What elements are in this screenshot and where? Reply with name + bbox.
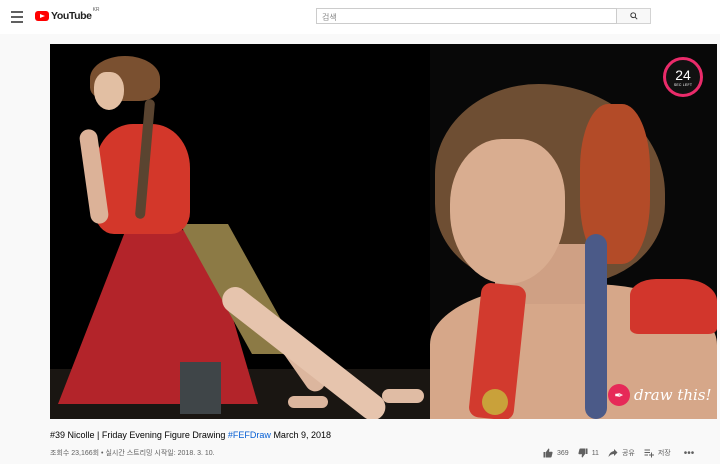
playlist-add-icon [644,449,654,458]
hashtag-link[interactable]: #FEFDraw [228,430,271,440]
youtube-logo[interactable]: YouTube KR [35,7,100,22]
masthead: YouTube KR 검색 [0,0,720,34]
save-label: 저장 [657,450,671,457]
hamburger-menu-icon[interactable] [9,9,25,25]
more-actions-button[interactable]: ••• [684,448,695,459]
dislike-button[interactable]: 11 [578,448,599,458]
logo-text: YouTube [51,10,92,22]
closeup-strap-right [630,279,717,334]
save-button[interactable]: 저장 [644,448,671,458]
closeup-braid [585,234,607,419]
closeup-flower [482,389,508,415]
share-icon [608,449,618,457]
like-count: 369 [557,449,569,457]
like-button[interactable]: 369 [543,448,569,458]
closeup-face [450,139,565,284]
model-foot-front [382,389,424,403]
thumbs-up-icon [543,448,553,458]
draw-this-watermark: ✒ draw this! [608,384,712,406]
share-button[interactable]: 공유 [608,448,635,458]
youtube-play-icon [35,11,49,21]
video-actions: 369 11 공유 저장 ••• [543,446,694,460]
timer-label: SEC LEFT [673,82,693,87]
pen-nib-icon: ✒ [608,384,630,406]
thumbs-down-icon [578,448,588,458]
dislike-count: 11 [591,449,599,457]
video-title: #39 Nicolle | Friday Evening Figure Draw… [50,430,331,440]
search-input[interactable]: 검색 [316,8,617,24]
share-label: 공유 [621,450,635,457]
countdown-timer: 24 SEC LEFT [663,57,703,97]
search-icon [629,12,638,20]
video-player[interactable]: 24 SEC LEFT ✒ draw this! [50,44,717,419]
model-foot-back [288,396,328,408]
logo-country-code: KR [92,7,100,13]
video-meta: 조회수 23,166회 • 실시간 스트리밍 시작일: 2018. 3. 10. [50,450,215,457]
video-title-date: March 9, 2018 [270,430,331,440]
posing-block [180,362,221,414]
watermark-text: draw this! [634,386,712,404]
search-button[interactable] [617,8,651,24]
timer-value: 24 [675,66,691,83]
video-left-panel [50,44,430,419]
video-title-text: #39 Nicolle | Friday Evening Figure Draw… [50,430,228,440]
model-face [94,72,124,110]
